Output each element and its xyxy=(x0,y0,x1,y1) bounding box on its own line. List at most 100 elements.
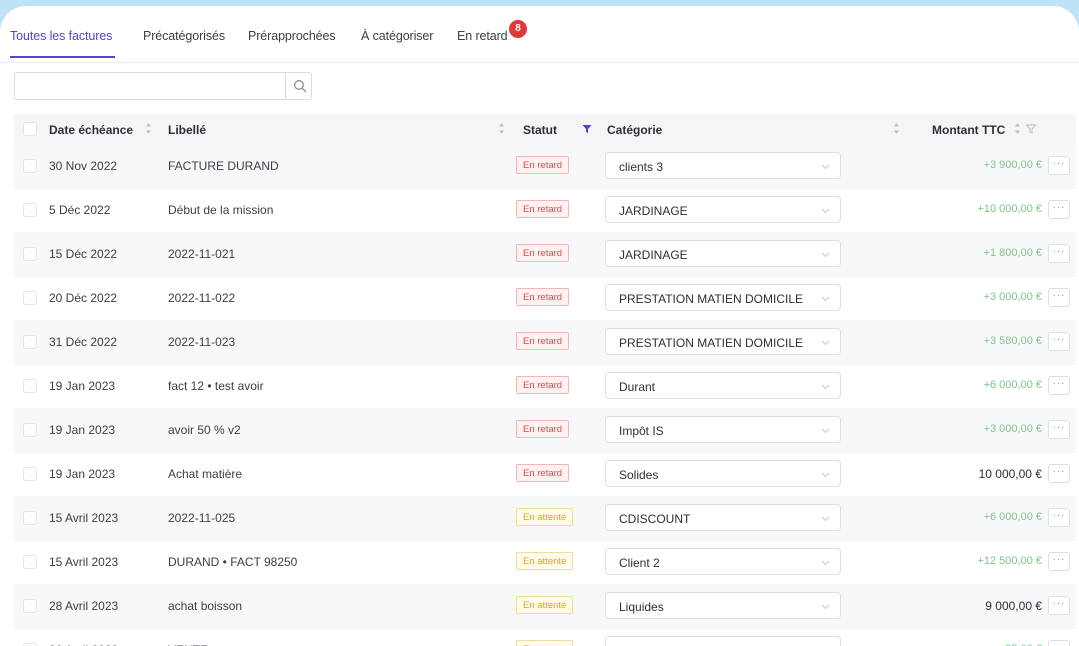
invoice-label[interactable]: Achat matière xyxy=(168,467,242,481)
more-actions-button[interactable]: ··· xyxy=(1048,376,1070,395)
category-select[interactable]: PRESTATION MATIEN DOMICILE xyxy=(605,284,841,311)
category-select[interactable]: PRESTATION MATIEN DOMICILE xyxy=(605,328,841,355)
row-checkbox[interactable] xyxy=(23,423,37,437)
tab-late[interactable]: En retard xyxy=(457,29,508,43)
category-value: PRESTATION MATIEN DOMICILE xyxy=(619,336,804,350)
search-input[interactable] xyxy=(15,73,283,97)
more-actions-button[interactable]: ··· xyxy=(1048,200,1070,219)
col-amount-header[interactable]: Montant TTC xyxy=(932,123,1005,137)
invoice-label[interactable]: 2022-11-023 xyxy=(168,335,235,349)
status-badge: En retard xyxy=(516,332,570,350)
select-all-checkbox[interactable] xyxy=(23,122,37,136)
invoice-label[interactable]: fact 12 • test avoir xyxy=(168,379,264,393)
category-value: clients 3 xyxy=(619,160,664,174)
more-actions-button[interactable]: ··· xyxy=(1048,552,1070,571)
col-status-header[interactable]: Statut xyxy=(523,123,557,137)
status-badge: En attente xyxy=(516,640,574,646)
tab-to-categorize[interactable]: À catégoriser xyxy=(361,29,433,43)
due-date: 15 Avril 2023 xyxy=(49,511,119,525)
table-row[interactable]: 15 Avril 2023 2022-11-025 En attente CDISCO… xyxy=(14,496,1076,541)
table-row[interactable]: 5 Déc 2022 Début de la mission En retard JA… xyxy=(14,188,1076,233)
category-value: Impôt IS xyxy=(619,424,664,438)
table-row[interactable]: 31 Déc 2022 2022-11-023 En retard PRESTATIO… xyxy=(14,320,1076,365)
table-row[interactable]: 19 Jan 2023 Achat matière En retard Solides… xyxy=(14,452,1076,497)
chevron-down-icon xyxy=(821,472,830,478)
more-actions-button[interactable]: ··· xyxy=(1048,288,1070,307)
amount-ttc: +1 800,00 € xyxy=(983,247,1042,259)
table-row[interactable]: 30 Avril 2023VENTEEn attenteAMAZON+25,00… xyxy=(14,628,1076,646)
category-value: JARDINAGE xyxy=(619,204,688,218)
more-actions-button[interactable]: ··· xyxy=(1048,244,1070,263)
row-checkbox[interactable] xyxy=(23,511,37,525)
more-actions-button[interactable]: ··· xyxy=(1048,332,1070,351)
row-checkbox[interactable] xyxy=(23,159,37,173)
more-actions-button[interactable]: ··· xyxy=(1048,596,1070,615)
table-row[interactable]: 19 Jan 2023 fact 12 • test avoir En retard… xyxy=(14,364,1076,409)
table-row[interactable]: 28 Avril 2023 achat boisson En attente Liqu… xyxy=(14,584,1076,629)
row-checkbox[interactable] xyxy=(23,203,37,217)
col-category-header[interactable]: Catégorie xyxy=(607,123,662,137)
row-checkbox[interactable] xyxy=(23,555,37,569)
status-badge: En retard xyxy=(516,420,570,438)
row-checkbox[interactable] xyxy=(23,467,37,481)
invoice-label[interactable]: Début de la mission xyxy=(168,203,273,217)
more-actions-button[interactable]: ··· xyxy=(1048,464,1070,483)
row-checkbox[interactable] xyxy=(23,599,37,613)
table-row[interactable]: 15 Avril 2023 DURAND • FACT 98250 En atten… xyxy=(14,540,1076,585)
more-actions-button[interactable]: ··· xyxy=(1048,508,1070,527)
tab-all-invoices[interactable]: Toutes les factures xyxy=(10,29,112,43)
col-date-header[interactable]: Date échéance xyxy=(49,123,133,137)
row-checkbox[interactable] xyxy=(23,291,37,305)
filter-amount-icon[interactable] xyxy=(1026,124,1036,134)
sort-date-icon[interactable] xyxy=(145,122,152,135)
category-select[interactable]: Liquides xyxy=(605,592,841,619)
due-date: 19 Jan 2023 xyxy=(49,467,116,481)
more-actions-button[interactable]: ··· xyxy=(1048,640,1070,646)
tab-prematched[interactable]: Prérapprochées xyxy=(248,29,336,43)
category-select[interactable]: JARDINAGE xyxy=(605,196,841,223)
invoice-label[interactable]: 2022-11-022 xyxy=(168,291,235,305)
invoice-label[interactable]: achat boisson xyxy=(168,599,242,613)
tab-precategorized[interactable]: Précatégorisés xyxy=(143,29,225,43)
search-icon[interactable] xyxy=(292,78,308,94)
sort-category-icon[interactable] xyxy=(893,122,900,135)
amount-ttc: +3 900,00 € xyxy=(983,159,1042,171)
table-row[interactable]: 19 Jan 2023 avoir 50 % v2 En retard Impôt I… xyxy=(14,408,1076,453)
invoice-label[interactable]: 2022-11-025 xyxy=(168,511,235,525)
table-row[interactable]: 20 Déc 2022 2022-11-022 En retard PRESTATIO… xyxy=(14,276,1076,321)
sort-amount-icon[interactable] xyxy=(1014,122,1021,135)
table-header: Date échéance Libellé Statut Catégorie M… xyxy=(14,114,1076,144)
col-label-header[interactable]: Libellé xyxy=(168,123,206,137)
category-select[interactable]: clients 3 xyxy=(605,152,841,179)
category-select[interactable]: AMAZON xyxy=(605,636,841,646)
amount-ttc: +6 000,00 € xyxy=(983,511,1042,523)
row-checkbox[interactable] xyxy=(23,247,37,261)
filter-active-icon[interactable] xyxy=(582,124,592,134)
invoice-label[interactable]: DURAND • FACT 98250 xyxy=(168,555,297,569)
invoice-label[interactable]: avoir 50 % v2 xyxy=(168,423,241,437)
category-value: Solides xyxy=(619,468,659,482)
category-select[interactable]: CDISCOUNT xyxy=(605,504,841,531)
category-select[interactable]: Impôt IS xyxy=(605,416,841,443)
chevron-down-icon xyxy=(821,560,830,566)
more-actions-button[interactable]: ··· xyxy=(1048,420,1070,439)
amount-ttc: +6 000,00 € xyxy=(983,379,1042,391)
category-select[interactable]: Durant xyxy=(605,372,841,399)
row-checkbox[interactable] xyxy=(23,379,37,393)
amount-ttc: +3 000,00 € xyxy=(983,291,1042,303)
table-row[interactable]: 30 Nov 2022 FACTURE DURAND En retard client… xyxy=(14,144,1076,189)
chevron-down-icon xyxy=(821,340,830,346)
category-select[interactable]: Solides xyxy=(605,460,841,487)
table-row[interactable]: 15 Déc 2022 2022-11-021 En retard JARDINAGE… xyxy=(14,232,1076,277)
due-date: 31 Déc 2022 xyxy=(49,335,118,349)
category-select[interactable]: Client 2 xyxy=(605,548,841,575)
search-box xyxy=(14,72,312,100)
invoice-label[interactable]: 2022-11-021 xyxy=(168,247,235,261)
category-select[interactable]: JARDINAGE xyxy=(605,240,841,267)
status-badge: En retard xyxy=(516,244,570,262)
chevron-down-icon xyxy=(821,516,830,522)
row-checkbox[interactable] xyxy=(23,335,37,349)
more-actions-button[interactable]: ··· xyxy=(1048,156,1070,175)
invoice-label[interactable]: FACTURE DURAND xyxy=(168,159,279,173)
sort-label-icon[interactable] xyxy=(498,122,505,135)
